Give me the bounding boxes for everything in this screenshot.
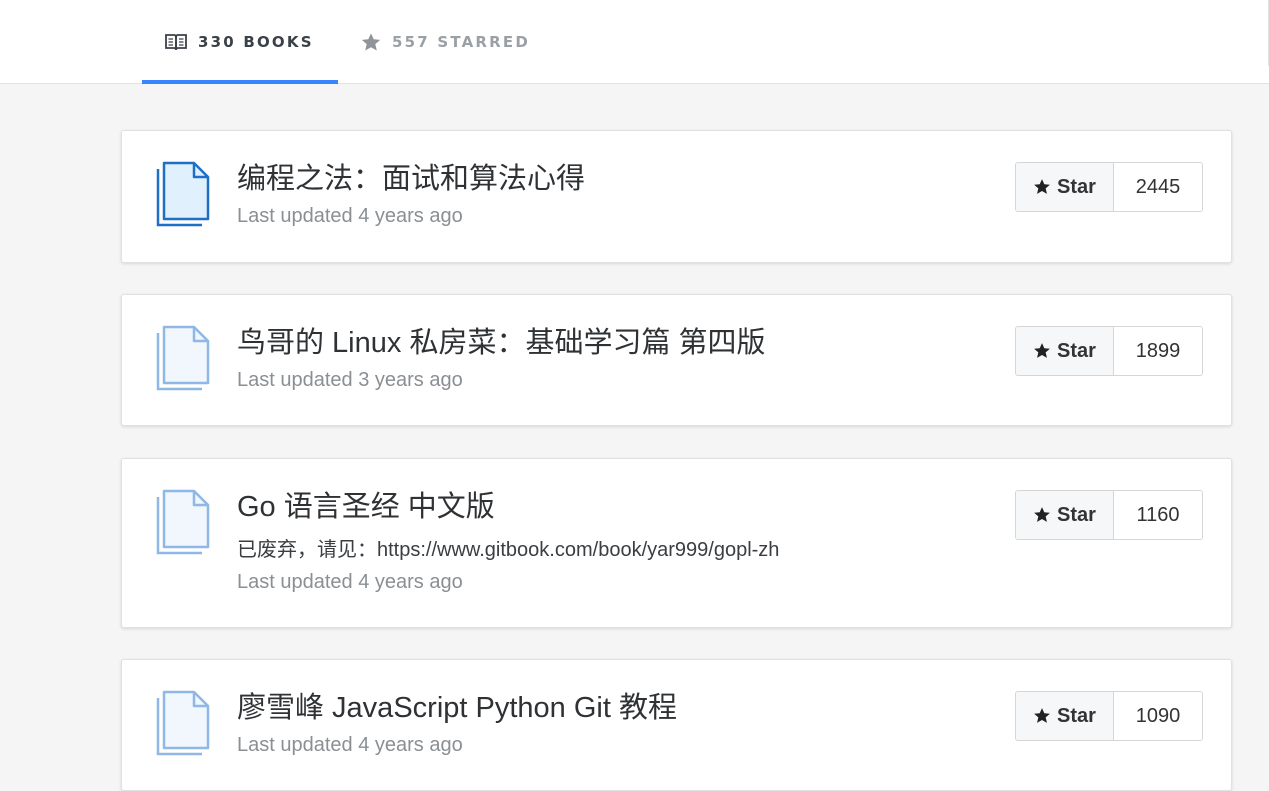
star-icon: [1033, 342, 1051, 360]
star-button-label: Star: [1057, 339, 1096, 362]
active-tab-indicator: [142, 80, 338, 84]
book-card[interactable]: 鸟哥的 Linux 私房菜：基础学习篇 第四版 Last updated 3 y…: [121, 294, 1232, 426]
star-button[interactable]: Star: [1016, 327, 1114, 375]
document-icon: [156, 325, 212, 391]
document-icon: [156, 690, 212, 756]
star-button[interactable]: Star: [1016, 491, 1114, 539]
document-icon: [156, 489, 212, 555]
last-updated: Last updated 4 years ago: [237, 734, 463, 756]
book-card[interactable]: 廖雪峰 JavaScript Python Git 教程 Last update…: [121, 659, 1232, 791]
book-card[interactable]: 编程之法：面试和算法心得 Last updated 4 years ago St…: [121, 130, 1232, 263]
book-title[interactable]: 编程之法：面试和算法心得: [237, 161, 585, 197]
top-tab-bar: 330 BOOKS 557 STARRED: [0, 0, 1269, 84]
star-count[interactable]: 1160: [1114, 491, 1202, 539]
book-title[interactable]: 廖雪峰 JavaScript Python Git 教程: [237, 690, 677, 726]
star-button-label: Star: [1057, 704, 1096, 727]
open-book-icon: [164, 32, 188, 52]
star-icon: [360, 32, 382, 53]
star-widget: Star 2445: [1015, 162, 1203, 212]
book-title[interactable]: 鸟哥的 Linux 私房菜：基础学习篇 第四版: [237, 325, 766, 361]
star-button-label: Star: [1057, 503, 1096, 526]
star-button[interactable]: Star: [1016, 692, 1114, 740]
star-widget: Star 1160: [1015, 490, 1203, 540]
star-count[interactable]: 2445: [1114, 163, 1202, 211]
book-title[interactable]: Go 语言圣经 中文版: [237, 489, 495, 525]
tab-starred[interactable]: 557 STARRED: [360, 0, 560, 84]
book-card[interactable]: Go 语言圣经 中文版 已废弃，请见：https://www.gitbook.c…: [121, 458, 1232, 628]
star-icon: [1033, 707, 1051, 725]
star-icon: [1033, 178, 1051, 196]
star-button-label: Star: [1057, 175, 1096, 198]
tab-starred-label: 557 STARRED: [392, 33, 531, 51]
last-updated: Last updated 4 years ago: [237, 571, 463, 593]
tab-books-label: 330 BOOKS: [198, 33, 314, 51]
book-description: 已废弃，请见：https://www.gitbook.com/book/yar9…: [237, 539, 780, 561]
last-updated: Last updated 4 years ago: [237, 205, 463, 227]
star-count[interactable]: 1090: [1114, 692, 1202, 740]
star-widget: Star 1899: [1015, 326, 1203, 376]
tab-books[interactable]: 330 BOOKS: [142, 0, 338, 84]
star-icon: [1033, 506, 1051, 524]
star-count[interactable]: 1899: [1114, 327, 1202, 375]
star-button[interactable]: Star: [1016, 163, 1114, 211]
last-updated: Last updated 3 years ago: [237, 369, 463, 391]
star-widget: Star 1090: [1015, 691, 1203, 741]
document-icon: [156, 161, 212, 227]
